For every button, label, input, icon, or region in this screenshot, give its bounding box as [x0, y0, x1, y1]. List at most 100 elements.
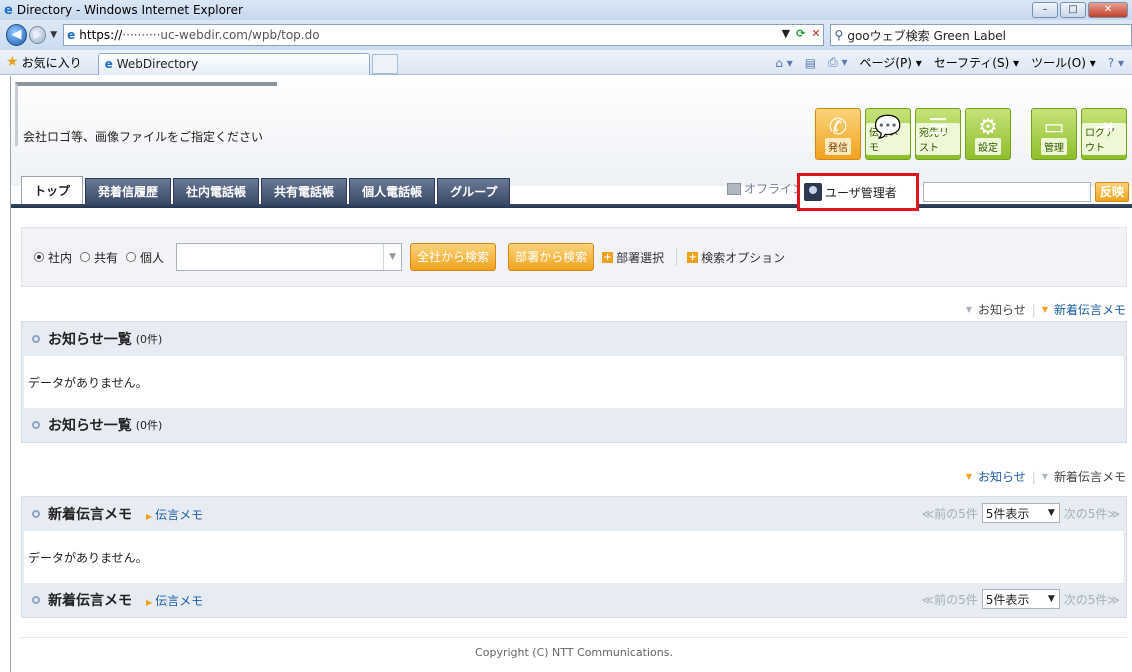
tool-buttons: ✆ 発信 💬 伝言メモ ☰ 宛先リスト ⚙ 設定 ▭ 管理 ⇥ ログアウト [815, 108, 1127, 160]
search-dept-button[interactable]: 部署から検索 [508, 243, 595, 271]
user-indicator: ユーザ管理者 [797, 173, 919, 211]
radio-dot [126, 252, 137, 262]
help-icon[interactable]: ? ▾ [1108, 56, 1124, 70]
radio-internal[interactable]: 社内 [34, 249, 72, 266]
url-buttons: ▼ ⟳ ✕ [782, 27, 821, 40]
bullet-icon [32, 421, 40, 429]
search-all-button[interactable]: 全社から検索 [410, 243, 497, 271]
dept-select-link[interactable]: + 部署選択 [602, 249, 664, 266]
radio-dot [34, 252, 44, 262]
url-field[interactable]: e https:// ··········uc-webdir.com/wpb/t… [63, 24, 824, 46]
browser-search-field[interactable]: ⚲ gooウェブ検索 Green Label [829, 24, 1132, 46]
triangle-icon: ▼ [1041, 305, 1048, 314]
toolbar-gap [1015, 108, 1027, 160]
radio-shared[interactable]: 共有 [80, 249, 118, 266]
home-icon[interactable]: ⌂ ▾ [775, 56, 792, 70]
prev-page-link[interactable]: ≪前の5件 [922, 591, 978, 608]
back-button[interactable]: ◀ [6, 24, 27, 46]
admin-button[interactable]: ▭ 管理 [1031, 108, 1077, 160]
memo-sublink[interactable]: ▶ 伝言メモ [146, 592, 203, 609]
notice-footer: お知らせ一覧 (0件) [22, 408, 1126, 442]
section-title: お知らせ一覧 [48, 332, 132, 348]
browser-tab[interactable]: e WebDirectory [97, 52, 370, 75]
offline-label[interactable]: オフライン [744, 180, 804, 197]
favorites-label[interactable]: お気に入り [22, 54, 82, 71]
cmd-page[interactable]: ページ(P) ▾ [860, 54, 922, 71]
search-panel: 社内 共有 個人 ▼ 全社から検索 部署から検索 + 部署選択 + 検索オプショ… [21, 227, 1127, 287]
new-memo-link[interactable]: 新着伝言メモ [1054, 301, 1126, 318]
logout-button[interactable]: ⇥ ログアウト [1081, 108, 1127, 160]
next-page-link[interactable]: 次の5件≫ [1064, 505, 1120, 522]
next-page-link[interactable]: 次の5件≫ [1064, 591, 1120, 608]
plus-icon: + [687, 251, 699, 263]
tab-internal-directory[interactable]: 社内電話帳 [173, 178, 260, 204]
logout-icon: ⇥ [1094, 115, 1114, 140]
section-switch-links-top: ▼ お知らせ | ▼ 新着伝言メモ [966, 301, 1126, 318]
history-dropdown-icon[interactable]: ▼ [50, 30, 57, 40]
status-message-input[interactable] [923, 182, 1091, 202]
close-button[interactable]: ✕ [1088, 2, 1128, 18]
notice-header: お知らせ一覧 (0件) [22, 322, 1126, 356]
radio-personal[interactable]: 個人 [126, 249, 164, 266]
chevron-down-icon[interactable]: ▼ [383, 244, 401, 270]
main-nav-tabs: トップ 発着信履歴 社内電話帳 共有電話帳 個人電話帳 グループ [21, 176, 511, 204]
page-size-select[interactable]: 5件表示 ▼ [981, 589, 1060, 609]
chevron-down-icon: ▼ [1047, 594, 1055, 604]
bullet-icon [32, 335, 40, 343]
section-count: (0件) [135, 333, 163, 346]
section-title: 新着伝言メモ [48, 593, 132, 609]
memo-sublink[interactable]: ▶ 伝言メモ [146, 506, 203, 523]
prev-page-link[interactable]: ≪前の5件 [922, 505, 978, 522]
bullet-icon [32, 510, 40, 518]
settings-button[interactable]: ⚙ 設定 [965, 108, 1011, 160]
stop-icon[interactable]: ✕ [811, 27, 820, 40]
maximize-button[interactable]: □ [1060, 2, 1086, 18]
cmd-safety[interactable]: セーフティ(S) ▾ [934, 54, 1019, 71]
print-icon[interactable]: ⎙ ▾ [828, 55, 847, 70]
call-button[interactable]: ✆ 発信 [815, 108, 861, 160]
search-options-link[interactable]: + 検索オプション [687, 249, 785, 266]
page-size-select[interactable]: 5件表示 ▼ [981, 503, 1060, 523]
notice-section: お知らせ一覧 (0件) データがありません。 お知らせ一覧 (0件) [21, 321, 1127, 443]
url-dropdown-icon[interactable]: ▼ [782, 27, 790, 40]
bullet-icon [32, 596, 40, 604]
recipient-list-button[interactable]: ☰ 宛先リスト [915, 108, 961, 160]
tab-call-history[interactable]: 発着信履歴 [85, 178, 172, 204]
phone-icon: ✆ [828, 115, 848, 140]
user-name: ユーザ管理者 [825, 185, 897, 200]
gear-icon: ⚙ [978, 115, 998, 140]
url-prefix: https:// [79, 28, 123, 42]
pager: ≪前の5件 5件表示 ▼ 次の5件≫ [922, 503, 1120, 523]
new-memo-link[interactable]: 新着伝言メモ [1054, 468, 1126, 485]
favorites-star-icon[interactable]: ★ [6, 54, 19, 70]
feeds-icon[interactable]: ▤ [805, 56, 816, 70]
notice-link[interactable]: お知らせ [978, 468, 1026, 485]
notice-body: データがありません。 [24, 356, 1124, 408]
list-icon: ☰ [928, 115, 948, 140]
divider [676, 248, 678, 266]
page-icon: e [67, 28, 76, 42]
memo-footer: 新着伝言メモ ▶ 伝言メモ ≪前の5件 5件表示 ▼ 次の5件≫ [22, 583, 1126, 617]
tab-shared-directory[interactable]: 共有電話帳 [261, 178, 348, 204]
search-icon: ⚲ [834, 28, 844, 42]
memo-button[interactable]: 💬 伝言メモ [865, 108, 911, 160]
triangle-icon: ▼ [965, 305, 973, 314]
address-bar: ◀ ▶ ▼ e https:// ··········uc-webdir.com… [0, 20, 1132, 50]
search-combo-input[interactable]: ▼ [176, 243, 403, 271]
radio-dot [80, 252, 91, 262]
notice-link[interactable]: お知らせ [978, 301, 1026, 318]
logo-placeholder-text: 会社ロゴ等、画像ファイルをご指定ください [23, 130, 264, 144]
new-tab-button[interactable] [371, 53, 398, 74]
section-title: お知らせ一覧 [48, 418, 132, 434]
cmd-tools[interactable]: ツール(O) ▾ [1031, 54, 1096, 71]
refresh-icon[interactable]: ⟳ [796, 27, 805, 40]
app-header: 会社ロゴ等、画像ファイルをご指定ください ✆ 発信 💬 伝言メモ ☰ 宛先リスト… [11, 76, 1132, 186]
forward-button[interactable]: ▶ [29, 26, 47, 44]
reflect-button[interactable]: 反映 [1095, 182, 1129, 202]
minimize-button[interactable]: – [1032, 2, 1058, 18]
tab-personal-directory[interactable]: 個人電話帳 [349, 178, 436, 204]
monitor-icon: ▭ [1043, 115, 1065, 140]
tab-group[interactable]: グループ [437, 178, 511, 204]
tab-top[interactable]: トップ [21, 176, 84, 204]
section-switch-links-mid: ▼ お知らせ | ▼ 新着伝言メモ [966, 468, 1126, 485]
